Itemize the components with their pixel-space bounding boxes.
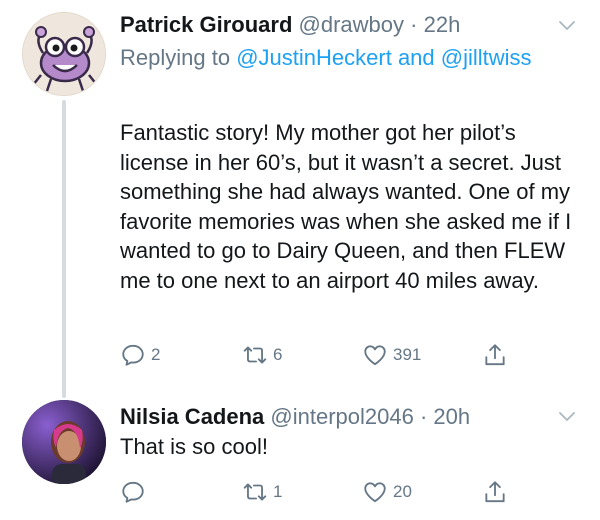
handle[interactable]: @drawboy: [299, 12, 405, 37]
timestamp[interactable]: 22h: [424, 12, 461, 37]
display-name[interactable]: Patrick Girouard: [120, 12, 292, 37]
retweet-icon: [243, 346, 267, 364]
separator: ·: [410, 12, 418, 37]
like-button[interactable]: 391: [362, 340, 421, 370]
chevron-down-icon[interactable]: [558, 407, 576, 425]
thread-line: [62, 100, 66, 398]
tweet-actions: 1 20: [120, 477, 520, 507]
retweet-button[interactable]: 6: [242, 340, 282, 370]
reply-button[interactable]: [120, 477, 146, 507]
separator: ·: [419, 404, 428, 429]
tweet[interactable]: Patrick Girouard @drawboy · 22h Replying…: [0, 0, 600, 398]
tweet-actions: 2 6 391: [120, 340, 520, 370]
share-button[interactable]: [482, 477, 508, 507]
reply-icon: [122, 481, 144, 503]
retweet-icon: [243, 483, 267, 501]
photo-avatar-icon: [22, 400, 106, 484]
reply-count: 2: [151, 345, 161, 364]
display-name[interactable]: Nilsia Cadena: [120, 404, 264, 429]
share-icon: [485, 344, 505, 366]
heart-icon: [364, 345, 386, 366]
cartoon-bug-avatar-icon: [23, 13, 105, 95]
tweet-header: Nilsia Cadena @interpol2046 · 20h: [120, 403, 470, 431]
like-count: 20: [393, 482, 412, 501]
replying-to: Replying to @JustinHeckert and @jilltwis…: [120, 42, 560, 74]
reply-icon: [122, 344, 144, 366]
tweet-text: That is so cool!: [120, 434, 268, 459]
reply-button[interactable]: 2: [120, 340, 160, 370]
replying-to-label: Replying to: [120, 45, 231, 70]
timestamp[interactable]: 20h: [433, 404, 470, 429]
avatar[interactable]: [22, 12, 106, 96]
tweet-header: Patrick Girouard @drawboy · 22h: [120, 11, 460, 39]
like-count: 391: [393, 345, 422, 364]
share-icon: [485, 481, 505, 503]
mention-link[interactable]: @jilltwiss: [441, 45, 532, 70]
heart-icon: [364, 482, 386, 503]
like-button[interactable]: 20: [362, 477, 412, 507]
mention-link[interactable]: @JustinHeckert: [236, 45, 392, 70]
retweet-count: 6: [273, 345, 283, 364]
tweet[interactable]: Nilsia Cadena @interpol2046 · 20h That i…: [0, 395, 600, 520]
share-button[interactable]: [482, 340, 508, 370]
handle[interactable]: @interpol2046: [270, 404, 413, 429]
retweet-button[interactable]: 1: [242, 477, 282, 507]
mention-conjunction[interactable]: and: [398, 45, 435, 70]
retweet-count: 1: [273, 482, 283, 501]
tweet-text: Fantastic story! My mother got her pilot…: [120, 120, 572, 293]
chevron-down-icon[interactable]: [558, 16, 576, 34]
avatar[interactable]: [22, 400, 106, 484]
